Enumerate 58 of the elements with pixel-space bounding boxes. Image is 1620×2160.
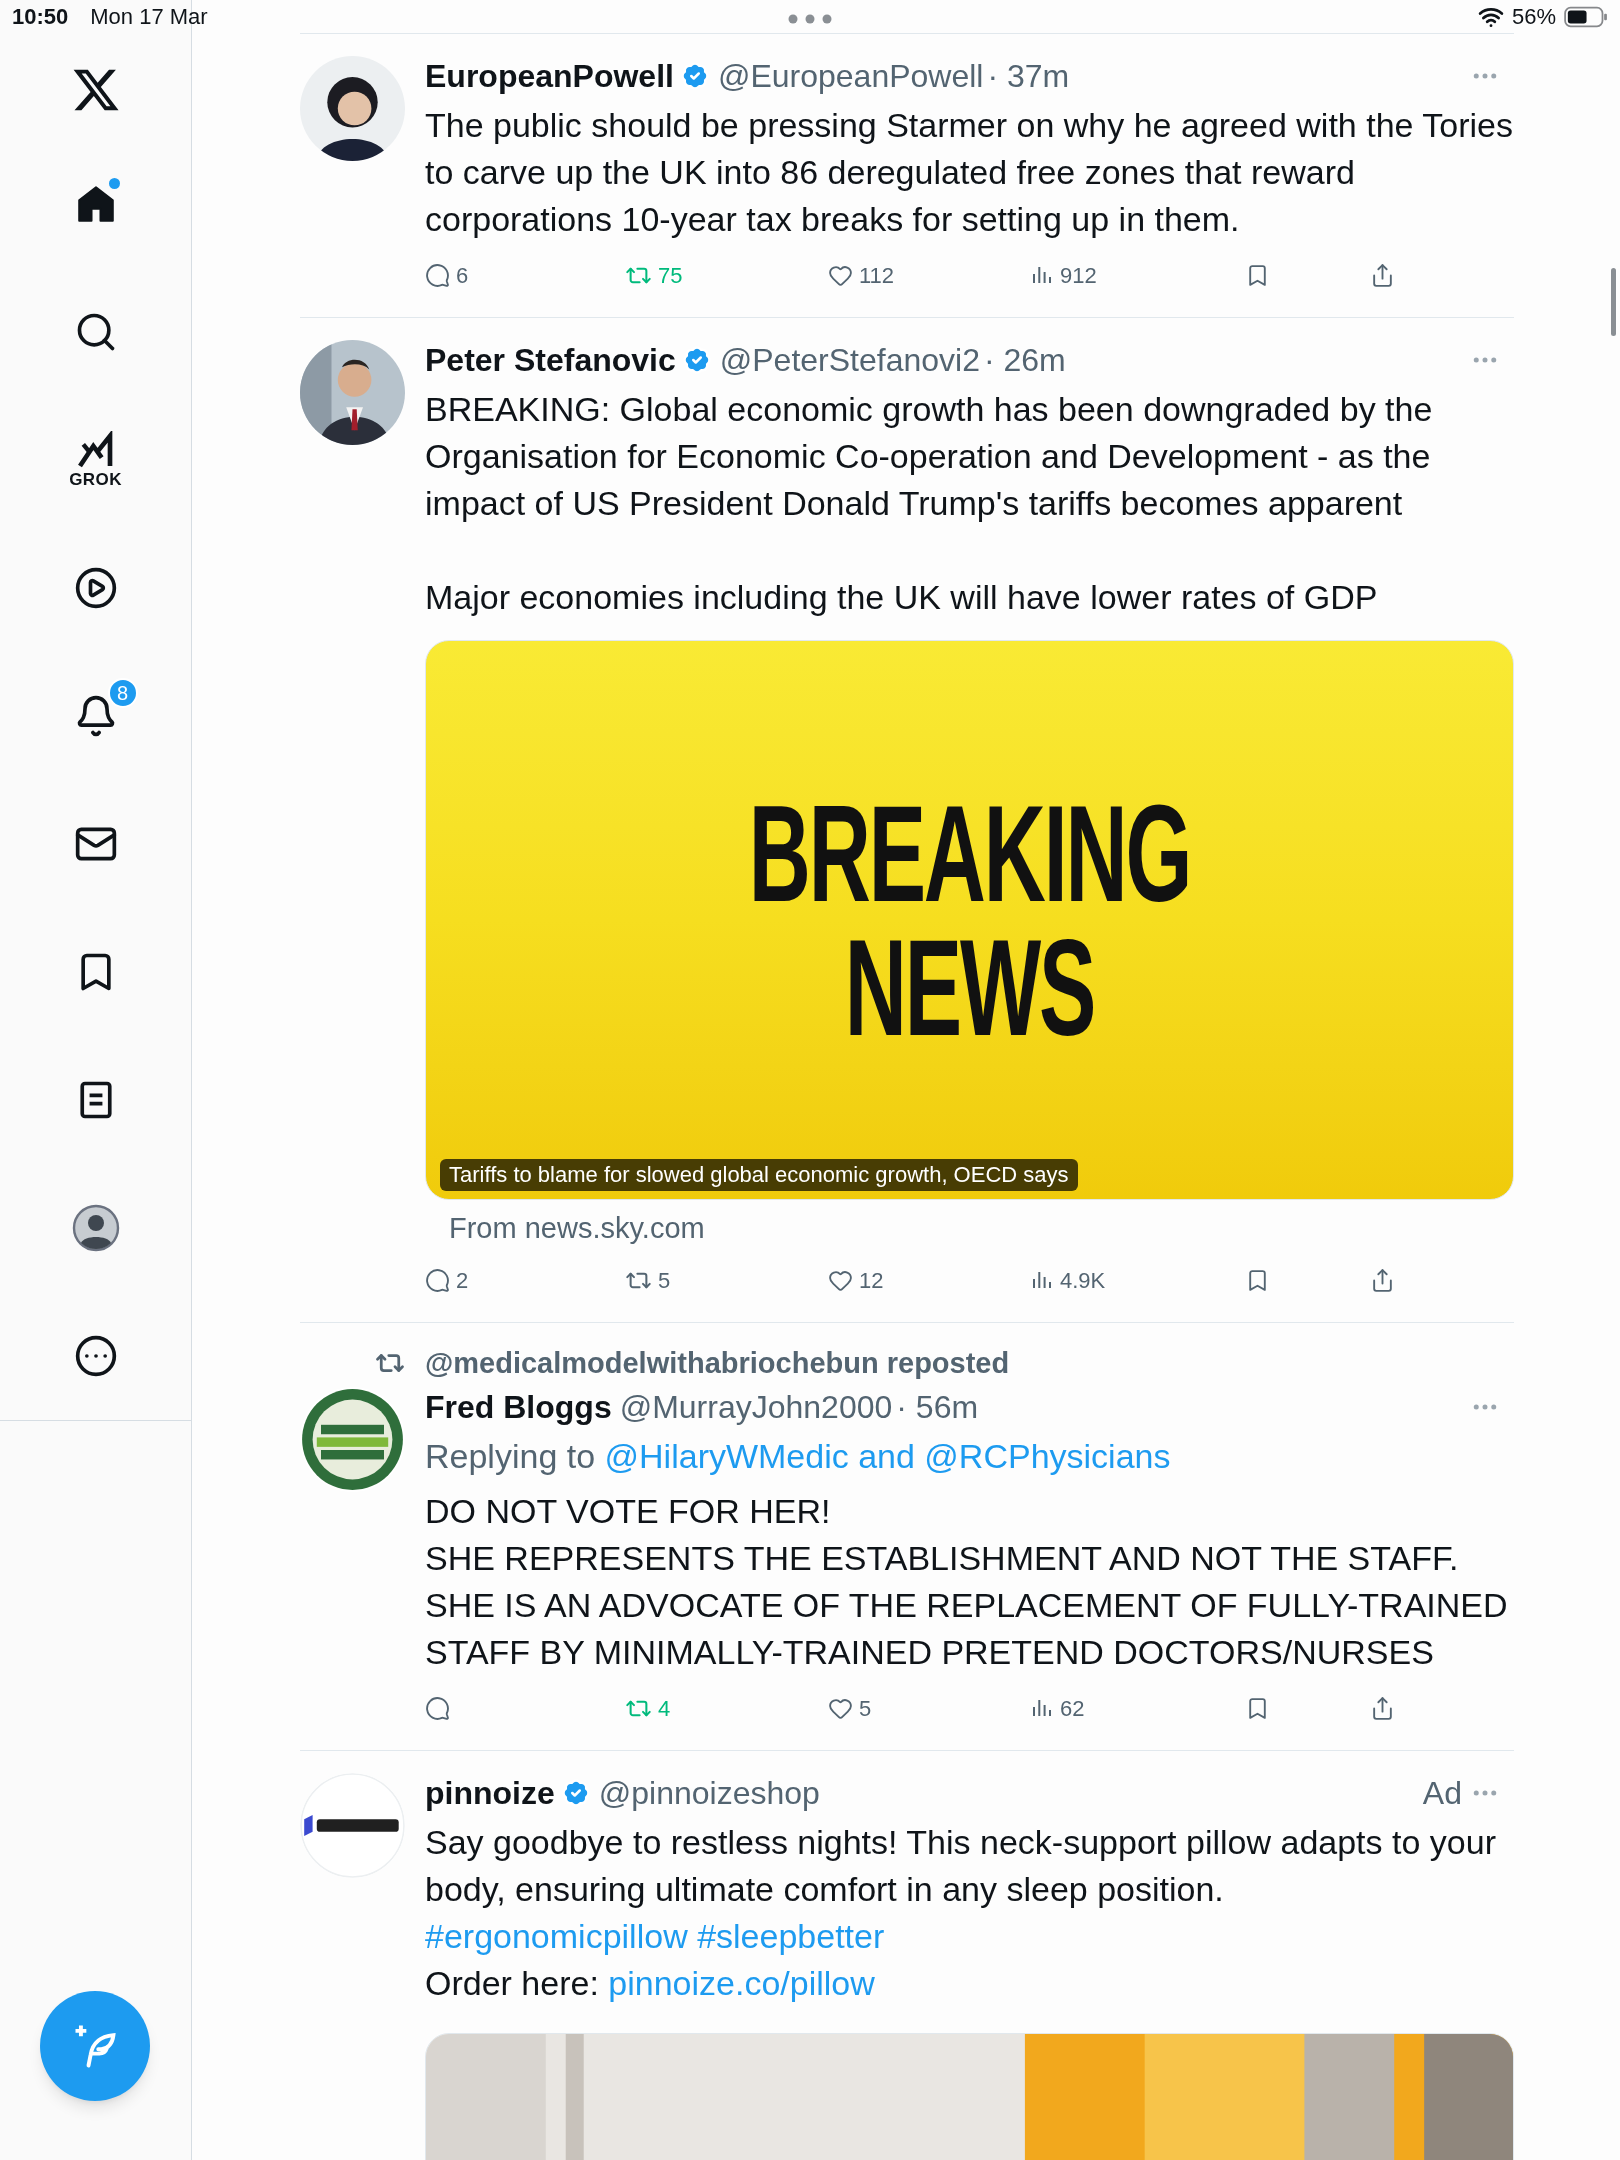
views-button[interactable]: 62 xyxy=(1030,1691,1085,1725)
post-time: · 37m xyxy=(987,57,1070,96)
ad-label: Ad xyxy=(1422,1774,1462,1813)
notification-badge: 8 xyxy=(107,678,138,708)
post-text: Major economies including the UK will have lower rates of GDP xyxy=(425,577,1379,618)
views-button[interactable]: 912 xyxy=(1030,258,1097,292)
author-name[interactable]: Fred Bloggs xyxy=(425,1387,612,1427)
repost-label: @medicalmodelwithabriochebun reposted xyxy=(425,1346,1010,1381)
post-text: DO NOT VOTE FOR HER! xyxy=(425,1491,832,1532)
repost-button[interactable]: 5 xyxy=(625,1263,671,1297)
author-handle: @PeterStefanovi2 xyxy=(719,341,980,380)
replying-to-text: Replying to @HilaryWMedic and @RCPhysicians xyxy=(425,1436,1172,1477)
author-handle: @pinnoizeshop xyxy=(598,1774,820,1813)
post-text: Say goodbye to restless nights! This neck-support pillow adapts to your body, ensuring ultimate comfort in any sleep position. xyxy=(425,1822,1497,1910)
author-handle: @MurrayJohn2000 xyxy=(619,1388,893,1427)
like-button[interactable]: 12 xyxy=(828,1263,884,1297)
reply-button[interactable]: 2 xyxy=(425,1263,469,1297)
battery-percent: 56% xyxy=(1511,3,1556,31)
share-button[interactable] xyxy=(1370,1695,1395,1721)
reply-button[interactable] xyxy=(425,1695,450,1721)
like-button[interactable]: 112 xyxy=(828,258,895,292)
views-button[interactable]: 4.9K xyxy=(1030,1263,1106,1297)
grok-tab[interactable]: GROK xyxy=(69,431,122,489)
reply-icon xyxy=(425,1695,450,1721)
play-icon xyxy=(73,566,118,610)
post-text: Order here: pinnoize.co/pillow xyxy=(425,1963,876,2004)
reply-icon xyxy=(425,1267,450,1293)
video-tab[interactable] xyxy=(73,566,118,610)
battery-icon xyxy=(1564,5,1608,28)
post-text: SHE IS AN ADVOCATE OF THE REPLACEMENT OF FULLY-TRAINED STAFF BY MINIMALLY-TRAINED PRETEND DOCTORS/NURSES xyxy=(425,1585,1509,1673)
multitasking-dots-icon xyxy=(788,14,832,24)
author-name[interactable]: pinnoize xyxy=(425,1773,555,1813)
post-text: The public should be pressing Starmer on why he agreed with the Tories to carve up the UK into 86 deregulated free zones that reward corporations 10-year tax breaks for setting up in them. xyxy=(425,105,1514,240)
author-name[interactable]: Peter Stefanovic xyxy=(425,340,676,380)
card-caption: Tariffs to blame for slowed global economic growth, OECD says xyxy=(440,1159,1078,1191)
status-time: 10:50 xyxy=(12,3,69,31)
author-handle: @EuropeanPowell xyxy=(717,57,984,96)
share-icon xyxy=(1370,1695,1395,1721)
profile-tab[interactable] xyxy=(71,1204,120,1252)
post-text: BREAKING: Global economic growth has been downgraded by the Organisation for Economic Co-operation and Development - as the impact of US President Donald Trump's tariffs becomes apparent xyxy=(425,389,1434,524)
card-source: From news.sky.com xyxy=(448,1211,706,1246)
like-button[interactable]: 5 xyxy=(828,1691,872,1725)
status-date: Mon 17 Mar xyxy=(90,3,208,31)
post-text: SHE REPRESENTS THE ESTABLISHMENT AND NOT THE STAFF. xyxy=(425,1538,1460,1579)
share-button[interactable] xyxy=(1370,1267,1395,1293)
more-tab[interactable] xyxy=(73,1334,118,1378)
share-button[interactable] xyxy=(1370,262,1395,288)
post-time: · 26m xyxy=(983,341,1066,380)
more-icon xyxy=(73,1334,118,1378)
share-icon xyxy=(1370,262,1395,288)
link-card-image[interactable]: BREAKING NEWS Tariffs to blame for slowed global economic growth, OECD says xyxy=(425,640,1514,1200)
reply-button[interactable]: 6 xyxy=(425,258,469,292)
share-icon xyxy=(1370,1267,1395,1293)
avatar-icon xyxy=(71,1204,120,1252)
author-name[interactable]: EuropeanPowell xyxy=(425,56,674,96)
reply-icon xyxy=(425,262,450,288)
scrollbar[interactable] xyxy=(1611,268,1616,336)
post-time: · 56m xyxy=(896,1388,979,1427)
